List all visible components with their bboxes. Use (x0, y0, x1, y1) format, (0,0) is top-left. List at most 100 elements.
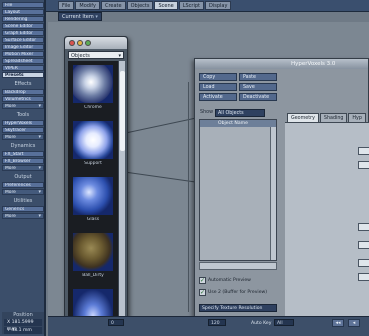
toolbar-heading-effects: Effects (14, 81, 32, 87)
load-button[interactable]: Load (199, 83, 237, 91)
toolbar-button-hypervoxels[interactable]: HyperVoxels (2, 120, 44, 126)
texture-resolution-label: Specify Texture Resolution (202, 306, 263, 311)
close-button[interactable] (69, 40, 75, 46)
toolbar-button-more[interactable]: More (2, 213, 44, 219)
toolbar-button-spreadsheet[interactable]: Spreadsheet (2, 58, 44, 64)
tab-shading[interactable]: Shading (319, 113, 348, 122)
preset-category-select[interactable]: Objects ▾ (68, 51, 124, 59)
geometry-field[interactable] (358, 147, 369, 155)
geometry-field[interactable] (358, 273, 369, 281)
preset-label: Glass (86, 217, 100, 222)
auto-key-select[interactable]: All (274, 319, 294, 326)
toolbar-heading-dynamics: Dynamics (10, 143, 36, 149)
use-buffer-checkbox[interactable]: ✓ (199, 289, 206, 296)
current-item-select[interactable]: Current Item ▾ (58, 12, 102, 21)
left-toolbar: File Layout Rendering Scene Editor Graph Edi… (0, 0, 46, 336)
show-value: All Objects (218, 111, 244, 116)
presets-titlebar[interactable] (65, 37, 127, 49)
toolbar-button-fx-browser[interactable]: FX_Browser (2, 158, 44, 164)
preset-item[interactable]: Ball_Dirty (70, 233, 116, 285)
play-back-icon: ◂ (352, 320, 356, 326)
tab-hyp[interactable]: Hyp (348, 113, 366, 122)
tab-modify[interactable]: Modify (75, 1, 100, 10)
save-button[interactable]: Save (239, 83, 277, 91)
toolbar-button-skytracer[interactable]: Skytracer (2, 127, 44, 133)
toolbar-heading-output: Output (14, 174, 32, 180)
frame-start-field[interactable]: 0 (108, 319, 124, 326)
object-list[interactable]: Object Name (199, 119, 277, 261)
toolbar-button-rendering[interactable]: Rendering (2, 16, 44, 22)
preset-label: Ball_Dirty (82, 273, 104, 278)
geometry-field[interactable] (358, 223, 369, 231)
tab-create[interactable]: Create (100, 1, 126, 10)
top-toolbar: File Modify Create Objects Scene LScript Displ… (0, 0, 369, 12)
geometry-field[interactable] (358, 259, 369, 267)
tab-file[interactable]: File (58, 1, 75, 10)
preset-item[interactable]: Chrome (70, 65, 116, 117)
preset-item[interactable]: Support (70, 121, 116, 173)
geometry-field[interactable] (358, 161, 369, 169)
preset-thumbnail (73, 121, 113, 159)
tab-scene[interactable]: Scene (154, 1, 178, 10)
preset-thumbnail (73, 177, 113, 215)
toolbar-button-more[interactable]: More (2, 165, 44, 171)
toolbar-button-fx-start[interactable]: FX_Start (2, 151, 44, 157)
minimize-button[interactable] (77, 40, 83, 46)
tab-lscript[interactable]: LScript (178, 1, 205, 10)
position-heading: Position (13, 312, 33, 318)
toolbar-button-volumetrics[interactable]: Volumetrics (2, 96, 44, 102)
automatic-preview-row: ✓ Automatic Preview (199, 277, 251, 284)
texture-resolution-select[interactable]: Specify Texture Resolution (199, 304, 277, 312)
viewport-grid-line (188, 82, 189, 312)
toolbar-button-motion-mixer[interactable]: Motion Mixer (2, 51, 44, 57)
toolbar-button-layout[interactable]: Layout (2, 9, 44, 15)
tab-display[interactable]: Display (205, 1, 232, 10)
tab-geometry[interactable]: Geometry (287, 113, 319, 122)
show-label: Show (200, 110, 213, 115)
automatic-preview-label: Automatic Preview (208, 278, 251, 283)
toolbar-button-viper[interactable]: VIPER (2, 65, 44, 71)
zoom-button[interactable] (85, 40, 91, 46)
preset-item[interactable]: Glass (70, 177, 116, 229)
preset-scrollbar[interactable] (118, 61, 125, 336)
show-select[interactable]: All Objects (215, 109, 265, 117)
paste-button[interactable]: Paste (239, 73, 277, 81)
toolbar-button-generics[interactable]: Generics (2, 206, 44, 212)
copy-button[interactable]: Copy (199, 73, 237, 81)
hypervoxels-tabs: Geometry Shading Hyp (287, 113, 366, 122)
show-row: Show All Objects (199, 109, 265, 117)
play-back-button[interactable]: ◂ (348, 319, 360, 327)
preset-list: ChromeSupportGlassBall_DirtyBall_ChipsBl… (68, 61, 118, 336)
preset-scroll-thumb[interactable] (120, 71, 125, 151)
toolbar-button-more[interactable]: More (2, 134, 44, 140)
deactivate-button[interactable]: Deactivate (239, 93, 277, 101)
toolbar-button-preferences[interactable]: Preferences (2, 182, 44, 188)
timeline-bar: 0 120 Auto Key All ◂◂ ◂ (48, 316, 369, 336)
chevron-down-icon: ▾ (118, 53, 121, 59)
toolbar-button-image-editor[interactable]: Image Editor (2, 44, 44, 50)
activate-button[interactable]: Activate (199, 93, 237, 101)
tab-objects[interactable]: Objects (126, 1, 154, 10)
hypervoxels-title: HyperVoxels 3.0 (195, 59, 368, 69)
position-readout: Position X 181.5999 mm Y 48.1 mm (2, 312, 44, 334)
toolbar-button-file[interactable]: File (2, 2, 44, 8)
toolbar-button-more[interactable]: More (2, 189, 44, 195)
object-list-scrollbar[interactable] (270, 127, 276, 260)
hypervoxels-panel: HyperVoxels 3.0 Copy Paste Load Save Act… (194, 58, 369, 322)
frame-end-field[interactable]: 120 (208, 319, 226, 326)
previous-key-button[interactable]: ◂◂ (332, 319, 344, 327)
toolbar-button-more[interactable]: More (2, 103, 44, 109)
position-x-field[interactable]: X 181.5999 mm (4, 319, 42, 332)
toolbar-button-presets[interactable]: Presets (2, 72, 44, 78)
automatic-preview-checkbox[interactable]: ✓ (199, 277, 206, 284)
toolbar-button-graph-editor[interactable]: Graph Editor (2, 30, 44, 36)
toolbar-button-surface-editor[interactable]: Surface Editor (2, 37, 44, 43)
use-buffer-label: Use 2 (Buffer for Preview) (208, 290, 268, 295)
object-name-column-header[interactable]: Object Name (200, 120, 276, 127)
geometry-tab-content (285, 122, 369, 322)
toolbar-button-backdrop[interactable]: Backdrop (2, 89, 44, 95)
geometry-field[interactable] (358, 241, 369, 249)
position-y-field[interactable]: Y 48.1 mm (4, 327, 42, 334)
toolbar-button-scene-editor[interactable]: Scene Editor (2, 23, 44, 29)
object-list-hscrollbar[interactable] (199, 262, 277, 270)
